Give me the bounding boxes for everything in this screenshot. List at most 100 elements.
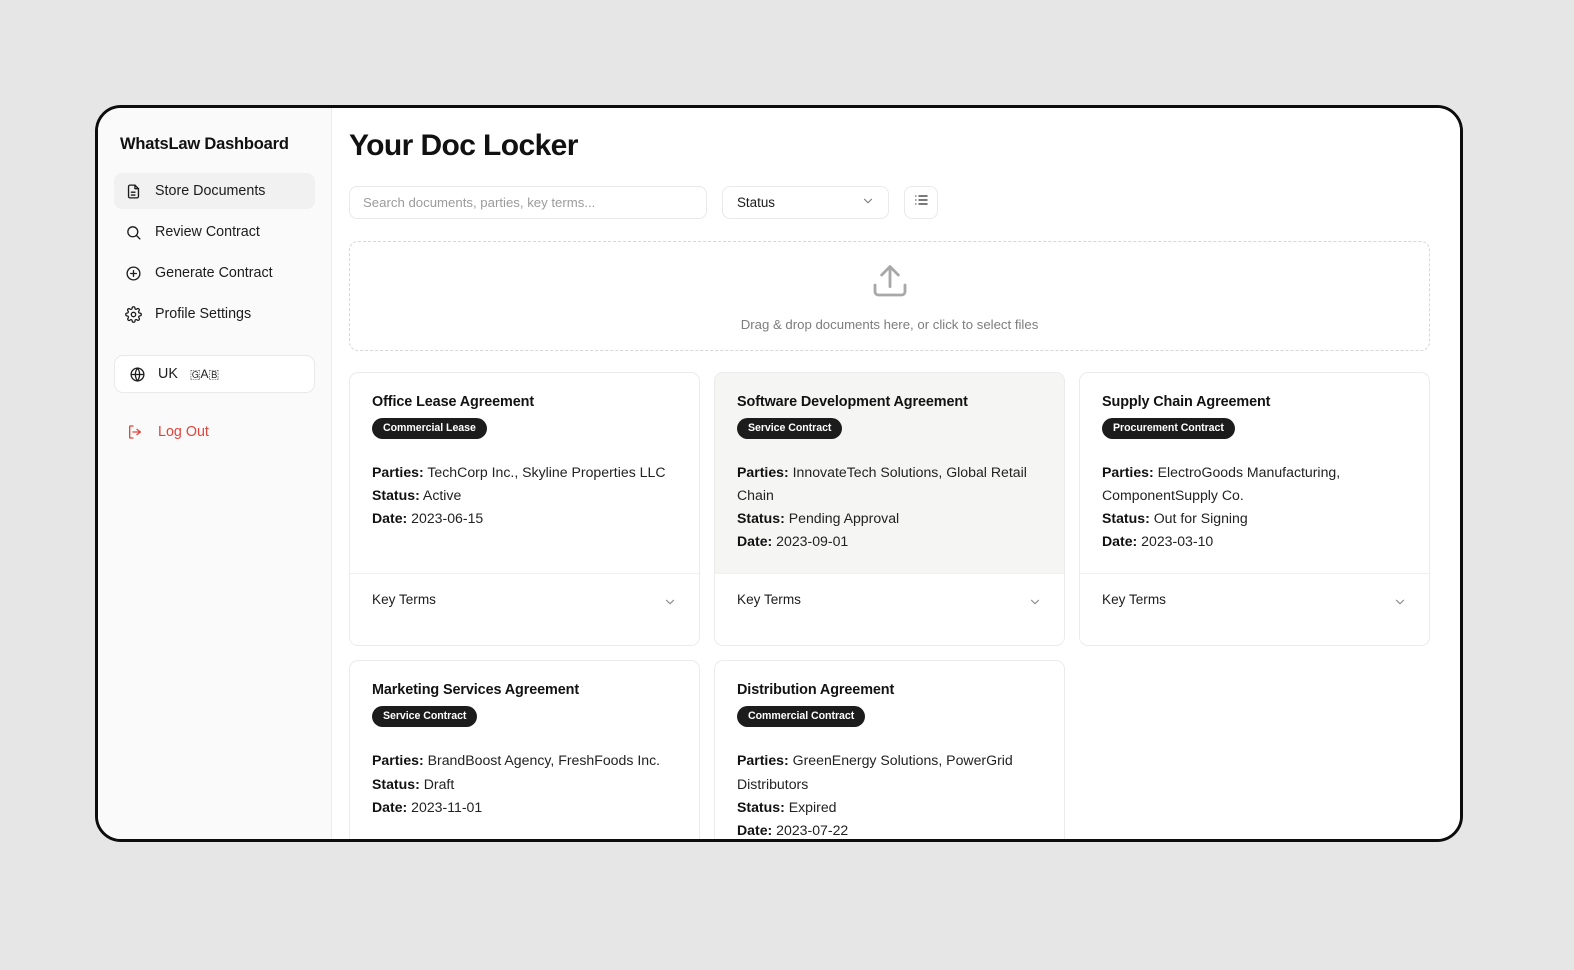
card-status-row: Status: Active: [372, 484, 677, 507]
date-value: 2023-06-15: [411, 510, 484, 527]
sidebar-item-profile-settings[interactable]: Profile Settings: [114, 296, 315, 332]
card-body: Software Development Agreement Service C…: [715, 373, 1064, 574]
chevron-down-icon: [861, 194, 875, 211]
status-value: Pending Approval: [788, 510, 900, 527]
card-date-row: Date: 2023-03-10: [1102, 530, 1407, 553]
card-body: Supply Chain Agreement Procurement Contr…: [1080, 373, 1429, 573]
card-badge: Procurement Contract: [1102, 418, 1235, 439]
card-parties-row: Parties: BrandBoost Agency, FreshFoods I…: [372, 749, 677, 772]
card-date-row: Date: 2023-06-15: [372, 507, 677, 530]
card-title: Supply Chain Agreement: [1102, 394, 1271, 410]
language-selector[interactable]: UK 🇬A🇧: [114, 355, 315, 393]
card-badge: Commercial Lease: [372, 418, 487, 439]
status-label: Status:: [372, 487, 420, 504]
status-label: Status:: [1102, 510, 1150, 527]
sidebar-item-label: Review Contract: [155, 224, 260, 240]
main-content: Your Doc Locker Status: [332, 108, 1460, 839]
search-icon: [124, 223, 142, 241]
card-parties-row: Parties: TechCorp Inc., Skyline Properti…: [372, 461, 677, 484]
file-dropzone[interactable]: Drag & drop documents here, or click to …: [349, 241, 1430, 351]
card-parties-row: Parties: GreenEnergy Solutions, PowerGri…: [737, 749, 1042, 795]
card-body: Marketing Services Agreement Service Con…: [350, 661, 699, 839]
parties-value: TechCorp Inc., Skyline Properties LLC: [427, 464, 666, 480]
status-filter-dropdown[interactable]: Status: [722, 186, 889, 219]
key-terms-toggle[interactable]: Key Terms: [1080, 573, 1429, 646]
status-value: Draft: [423, 775, 455, 792]
card-title: Distribution Agreement: [737, 682, 895, 699]
upload-icon: [870, 260, 910, 305]
status-filter-label: Status: [737, 195, 775, 210]
card-body: Office Lease Agreement Commercial Lease …: [350, 373, 699, 573]
card-meta: Parties: ElectroGoods Manufacturing, Com…: [1102, 461, 1407, 553]
chevron-down-icon: [1393, 595, 1407, 614]
sidebar-item-label: Store Documents: [155, 183, 266, 199]
key-terms-toggle[interactable]: Key Terms: [715, 573, 1064, 646]
key-terms-toggle[interactable]: Key Terms: [350, 573, 699, 646]
date-label: Date:: [737, 821, 773, 838]
document-card[interactable]: Marketing Services Agreement Service Con…: [349, 660, 700, 839]
brand-title: WhatsLaw Dashboard: [120, 135, 289, 153]
globe-icon: [128, 365, 146, 383]
card-status-row: Status: Pending Approval: [737, 507, 1042, 530]
date-label: Date:: [1102, 533, 1138, 550]
card-date-row: Date: 2023-07-22: [737, 819, 1042, 839]
list-view-icon: [913, 192, 929, 213]
card-meta: Parties: BrandBoost Agency, FreshFoods I…: [372, 749, 677, 818]
card-title: Marketing Services Agreement: [372, 682, 580, 699]
card-parties-row: Parties: ElectroGoods Manufacturing, Com…: [1102, 461, 1407, 507]
date-label: Date:: [737, 533, 773, 550]
card-meta: Parties: TechCorp Inc., Skyline Properti…: [372, 461, 677, 530]
date-value: 2023-07-22: [776, 821, 849, 838]
status-label: Status:: [737, 510, 785, 527]
chevron-down-icon: [663, 595, 677, 614]
card-title: Office Lease Agreement: [372, 394, 535, 410]
key-terms-label: Key Terms: [372, 592, 436, 608]
card-badge: Service Contract: [737, 418, 843, 439]
parties-value: BrandBoost Agency, FreshFoods Inc.: [427, 752, 661, 769]
plus-circle-icon: [124, 264, 142, 282]
date-value: 2023-09-01: [776, 533, 849, 550]
gear-icon: [124, 305, 142, 323]
documents-grid: Office Lease Agreement Commercial Lease …: [349, 372, 1430, 839]
card-status-row: Status: Out for Signing: [1102, 507, 1407, 530]
app-window: WhatsLaw Dashboard Store Documents Revie…: [95, 105, 1463, 842]
parties-label: Parties:: [1102, 464, 1154, 480]
status-value: Active: [422, 487, 462, 504]
card-meta: Parties: GreenEnergy Solutions, PowerGri…: [737, 749, 1042, 839]
parties-label: Parties:: [372, 752, 424, 769]
logout-label: Log Out: [158, 424, 209, 440]
logout-icon: [126, 423, 144, 441]
parties-label: Parties:: [737, 752, 789, 769]
card-parties-row: Parties: InnovateTech Solutions, Global …: [737, 461, 1042, 507]
status-label: Status:: [372, 775, 420, 792]
document-icon: [124, 182, 142, 200]
status-label: Status:: [737, 798, 785, 815]
parties-label: Parties:: [372, 464, 424, 480]
key-terms-label: Key Terms: [1102, 592, 1166, 608]
search-input[interactable]: [349, 186, 707, 219]
sidebar-item-store-documents[interactable]: Store Documents: [114, 173, 315, 209]
card-status-row: Status: Expired: [737, 796, 1042, 819]
status-value: Expired: [788, 798, 837, 815]
card-badge: Commercial Contract: [737, 706, 866, 728]
document-card[interactable]: Office Lease Agreement Commercial Lease …: [349, 372, 700, 647]
toolbar: Status: [349, 186, 1430, 219]
page-title: Your Doc Locker: [349, 129, 578, 162]
chevron-down-icon: [1028, 595, 1042, 614]
sidebar: WhatsLaw Dashboard Store Documents Revie…: [98, 108, 332, 839]
logout-button[interactable]: Log Out: [114, 419, 315, 445]
sidebar-item-generate-contract[interactable]: Generate Contract: [114, 255, 315, 291]
date-value: 2023-11-01: [411, 798, 483, 815]
document-card[interactable]: Software Development Agreement Service C…: [714, 372, 1065, 647]
sidebar-item-review-contract[interactable]: Review Contract: [114, 214, 315, 250]
parties-label: Parties:: [737, 464, 789, 480]
document-card[interactable]: Supply Chain Agreement Procurement Contr…: [1079, 372, 1430, 647]
document-card[interactable]: Distribution Agreement Commercial Contra…: [714, 660, 1065, 839]
uk-flag-icon: 🇬A🇧: [189, 366, 220, 381]
date-value: 2023-03-10: [1141, 533, 1214, 550]
status-value: Out for Signing: [1153, 510, 1248, 527]
card-body: Distribution Agreement Commercial Contra…: [715, 661, 1064, 839]
key-terms-label: Key Terms: [737, 592, 801, 608]
view-toggle-button[interactable]: [904, 186, 938, 219]
sidebar-item-label: Profile Settings: [155, 306, 252, 322]
